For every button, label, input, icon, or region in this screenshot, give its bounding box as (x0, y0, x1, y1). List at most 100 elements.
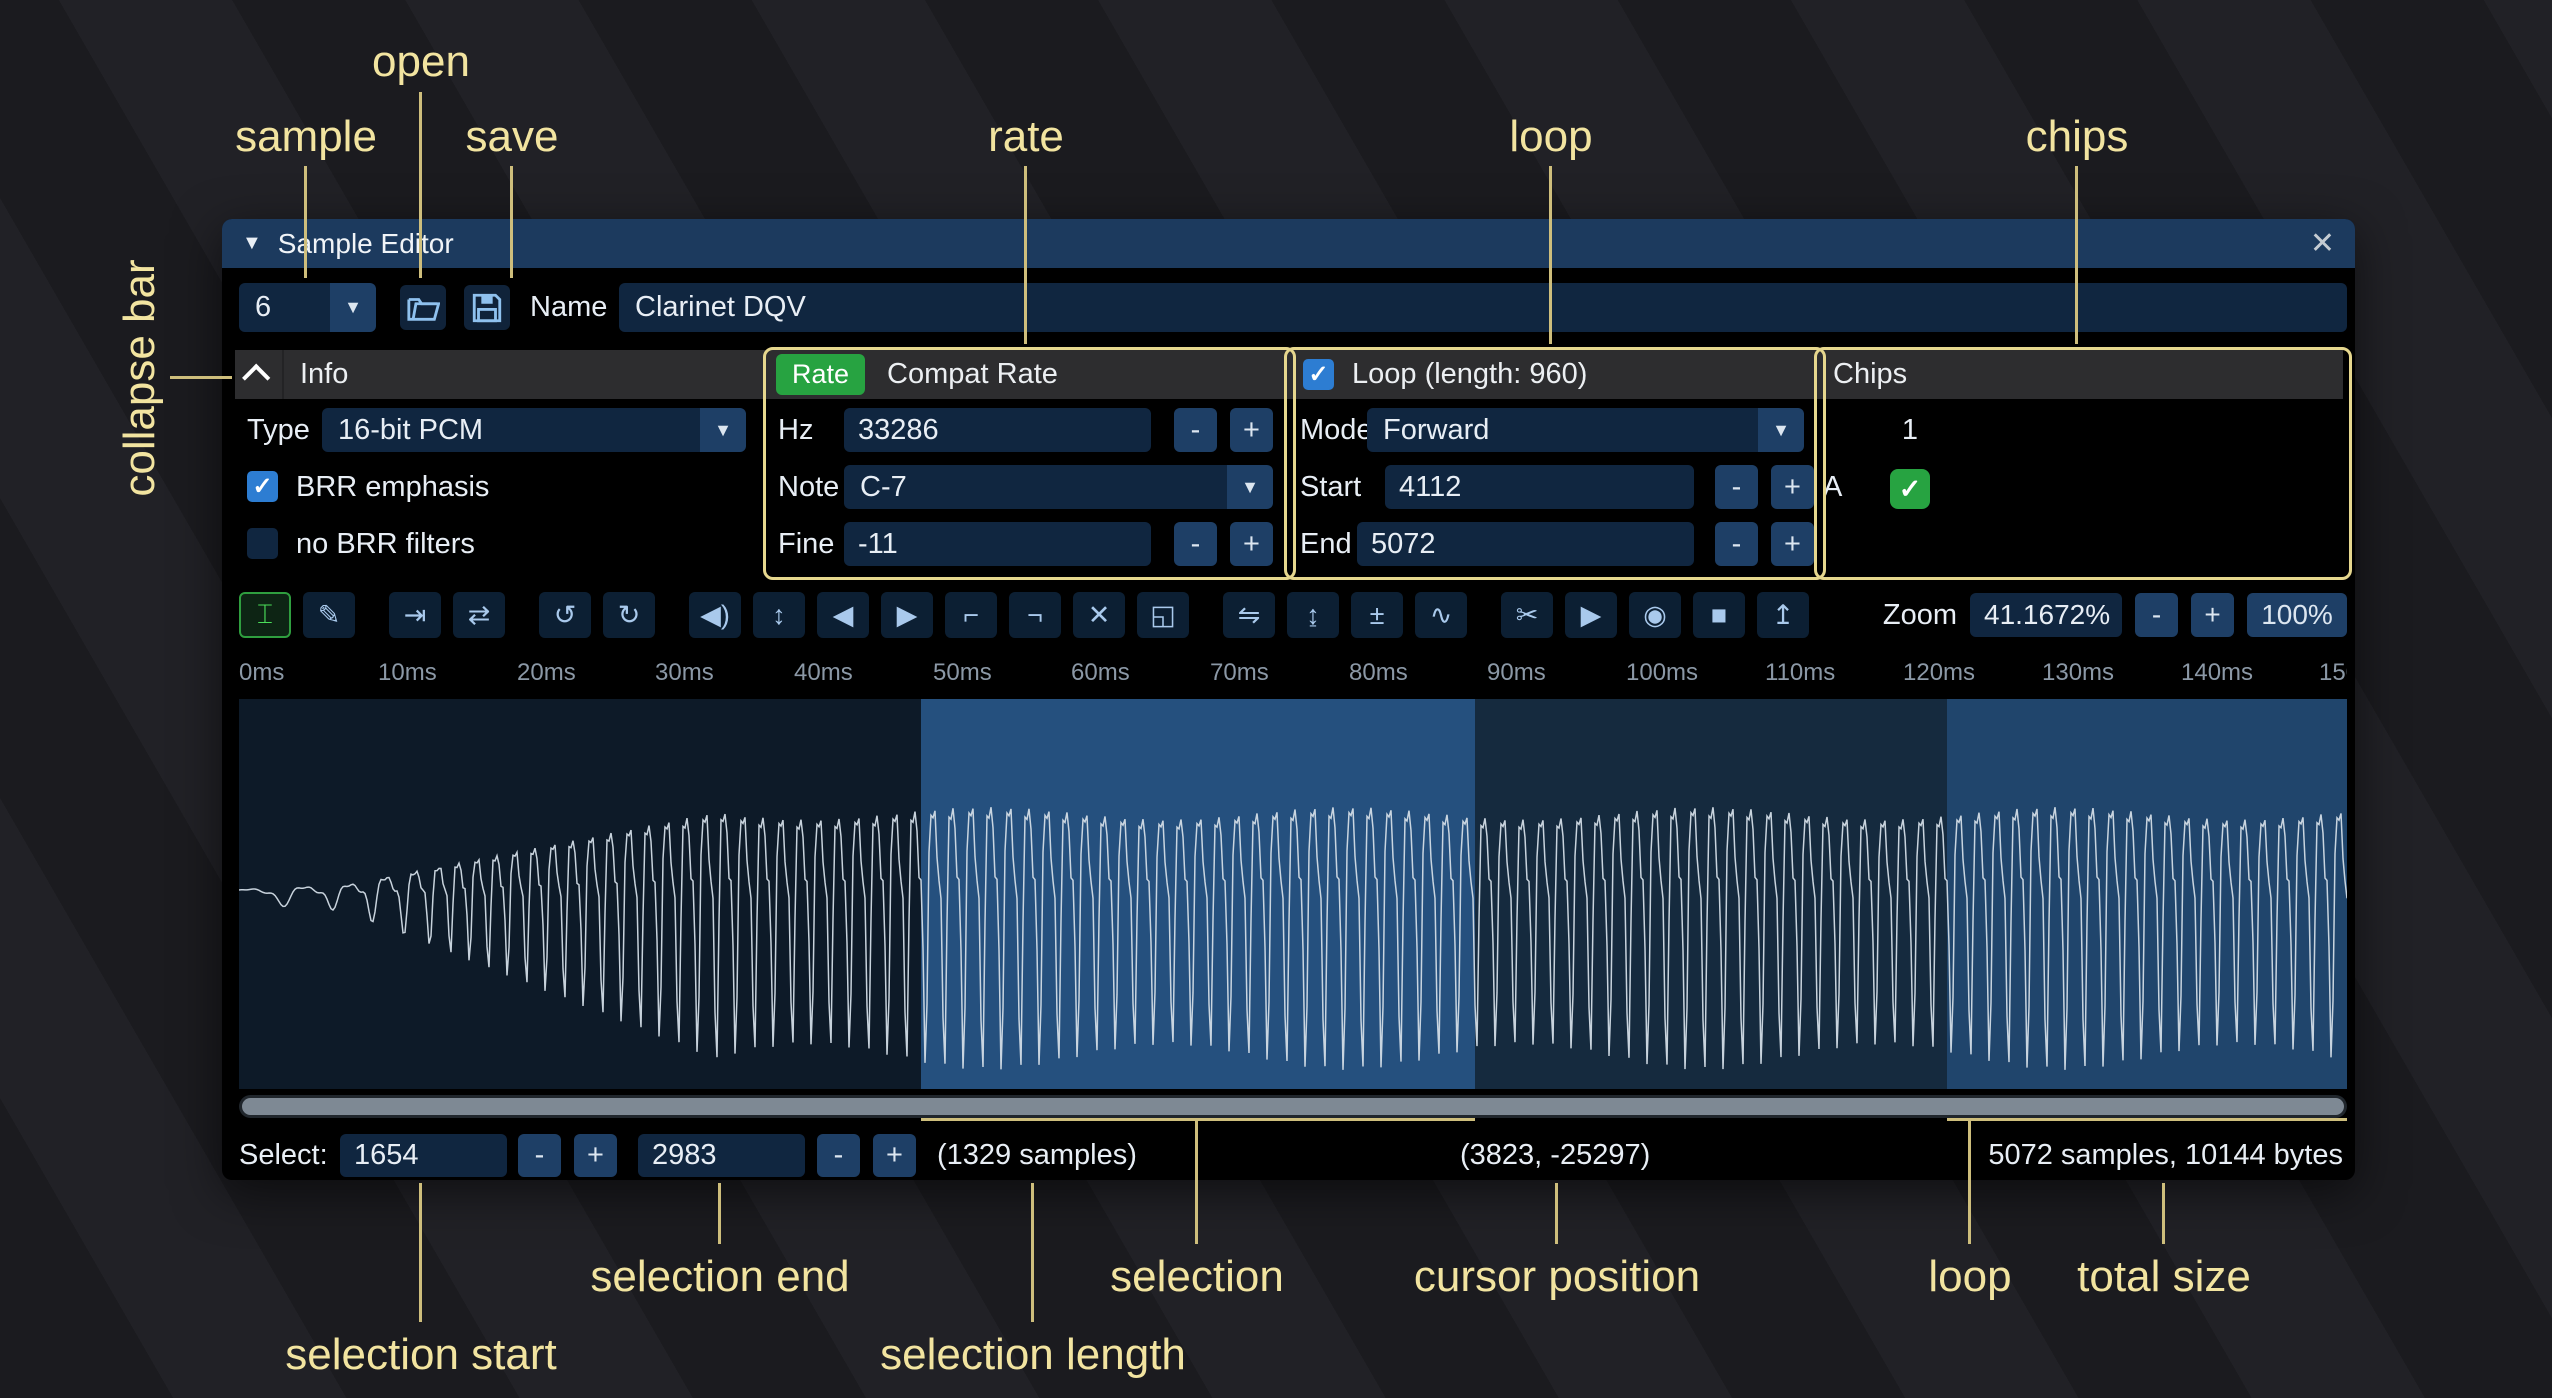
trim-icon[interactable]: ◱ (1137, 592, 1189, 638)
chip-column-header: 1 (1882, 408, 1938, 452)
import-icon[interactable]: ↥ (1757, 592, 1809, 638)
chevron-down-icon[interactable]: ▼ (700, 408, 746, 452)
zoom-out-button[interactable]: - (2135, 593, 2178, 637)
annotation-line-loop-top (1549, 166, 1552, 344)
annotation-bracket-loop (1947, 1118, 2347, 1121)
sample-name-input[interactable]: Clarinet DQV (619, 283, 2347, 332)
loop-start-plus-button[interactable]: + (1771, 465, 1814, 509)
fine-plus-button[interactable]: + (1230, 522, 1273, 566)
edit-mode-icon[interactable]: ⌶ (239, 592, 291, 638)
ruler-tick: 130ms (2042, 659, 2114, 687)
invert-icon[interactable]: ↨ (1287, 592, 1339, 638)
chevron-down-icon[interactable]: ▼ (1758, 408, 1804, 452)
reverse-icon[interactable]: ⇋ (1223, 592, 1275, 638)
normalize-icon[interactable]: ↕ (753, 592, 805, 638)
note-label: Note (778, 465, 839, 509)
loop-end-input[interactable]: 5072 (1357, 522, 1694, 566)
no-brr-filters-label[interactable]: no BRR filters (296, 522, 475, 566)
cursor-position-text: (3823, -25297) (1460, 1131, 1650, 1180)
chevron-down-icon[interactable]: ▼ (330, 283, 376, 332)
type-dropdown[interactable]: 16-bit PCM ▼ (322, 408, 746, 452)
play-cursor-icon[interactable]: ◉ (1629, 592, 1681, 638)
close-icon[interactable]: ✕ (2310, 226, 2335, 261)
sample-number-dropdown[interactable]: 6 ▼ (239, 283, 376, 332)
amplify-icon[interactable]: ◀) (689, 592, 741, 638)
loop-mode-dropdown[interactable]: Forward ▼ (1367, 408, 1804, 452)
ruler-tick: 80ms (1349, 659, 1408, 687)
loop-enable-checkbox[interactable]: ✓ (1303, 359, 1334, 390)
type-value: 16-bit PCM (322, 414, 483, 447)
sample-editor-window: ▼ Sample Editor ✕ 6 ▼ Name Clarinet DQV … (222, 219, 2355, 1180)
apply-silence-icon[interactable]: ¬ (1009, 592, 1061, 638)
type-label: Type (247, 408, 310, 452)
sign-icon[interactable]: ± (1351, 592, 1403, 638)
collapse-window-icon[interactable]: ▼ (242, 232, 262, 255)
delete-icon[interactable]: ✕ (1073, 592, 1125, 638)
preview-icon[interactable]: ▶ (1565, 592, 1617, 638)
fine-minus-button[interactable]: - (1174, 522, 1217, 566)
annotation-selection-length: selection length (880, 1330, 1186, 1380)
annotation-loop-top: loop (1509, 112, 1592, 162)
chip-row-label: A (1823, 465, 1842, 509)
zoom-in-button[interactable]: + (2191, 593, 2234, 637)
filter-icon[interactable]: ∿ (1415, 592, 1467, 638)
chips-header-label: Chips (1833, 358, 1907, 391)
annotation-line-collapse-bar (170, 376, 232, 379)
chips-panel-header: Chips (1817, 350, 2343, 399)
note-dropdown[interactable]: C-7 ▼ (844, 465, 1273, 509)
draw-mode-icon[interactable]: ✎ (303, 592, 355, 638)
loop-end-minus-button[interactable]: - (1715, 522, 1758, 566)
zoom-reset-button[interactable]: 100% (2247, 593, 2347, 637)
chevron-down-icon[interactable]: ▼ (1227, 465, 1273, 509)
compat-rate-label[interactable]: Compat Rate (887, 358, 1058, 391)
fine-input[interactable]: -11 (844, 522, 1151, 566)
loop-end-label: End (1300, 522, 1352, 566)
selection-end-minus-button[interactable]: - (817, 1134, 860, 1177)
resize-icon[interactable]: ⇥ (389, 592, 441, 638)
loop-start-input[interactable]: 4112 (1385, 465, 1694, 509)
loop-end-plus-button[interactable]: + (1771, 522, 1814, 566)
collapse-info-button[interactable] (235, 350, 284, 399)
annotation-open: open (372, 37, 470, 87)
annotation-cursor-position: cursor position (1414, 1252, 1700, 1302)
hz-plus-button[interactable]: + (1230, 408, 1273, 452)
chip-enabled-checkbox[interactable]: ✓ (1890, 469, 1930, 509)
brr-emphasis-label[interactable]: BRR emphasis (296, 465, 489, 509)
selection-end-input[interactable]: 2983 (638, 1134, 805, 1177)
selection-start-minus-button[interactable]: - (518, 1134, 561, 1177)
zoom-input[interactable]: 41.1672% (1970, 593, 2122, 637)
selection-start-plus-button[interactable]: + (574, 1134, 617, 1177)
hz-input[interactable]: 33286 (844, 408, 1151, 452)
resample-icon[interactable]: ⇄ (453, 592, 505, 638)
fade-in-icon[interactable]: ◀ (817, 592, 869, 638)
titlebar[interactable]: ▼ Sample Editor ✕ (222, 219, 2355, 268)
brr-emphasis-checkbox[interactable]: ✓ (247, 471, 278, 502)
ruler-tick: 10ms (378, 659, 437, 687)
insert-silence-icon[interactable]: ⌐ (945, 592, 997, 638)
fade-out-icon[interactable]: ▶ (881, 592, 933, 638)
waveform-view[interactable] (239, 699, 2347, 1089)
annotation-bracket-selection (921, 1118, 1475, 1121)
scrollbar-thumb[interactable] (242, 1098, 2344, 1115)
selection-end-plus-button[interactable]: + (873, 1134, 916, 1177)
ruler-tick: 140ms (2181, 659, 2253, 687)
check-icon: ✓ (252, 472, 272, 501)
hz-minus-button[interactable]: - (1174, 408, 1217, 452)
time-ruler[interactable]: 0ms 10ms 20ms 30ms 40ms 50ms 60ms 70ms 8… (239, 653, 2347, 693)
no-brr-filters-checkbox[interactable] (247, 528, 278, 559)
rate-badge[interactable]: Rate (776, 354, 865, 395)
ruler-tick: 60ms (1071, 659, 1130, 687)
zoom-cluster: Zoom 41.1672% - + 100% (1883, 593, 2347, 637)
waveform-scrollbar[interactable] (239, 1095, 2347, 1118)
selection-start-input[interactable]: 1654 (340, 1134, 507, 1177)
redo-icon[interactable]: ↻ (603, 592, 655, 638)
ruler-tick: 40ms (794, 659, 853, 687)
loop-start-minus-button[interactable]: - (1715, 465, 1758, 509)
save-sample-button[interactable] (464, 285, 510, 330)
open-sample-button[interactable] (400, 285, 446, 330)
crossfade-icon[interactable]: ✂ (1501, 592, 1553, 638)
annotation-line-cursor-position (1555, 1183, 1558, 1244)
undo-icon[interactable]: ↺ (539, 592, 591, 638)
stop-icon[interactable]: ■ (1693, 592, 1745, 638)
annotation-line-loop-bottom (1968, 1118, 1971, 1244)
